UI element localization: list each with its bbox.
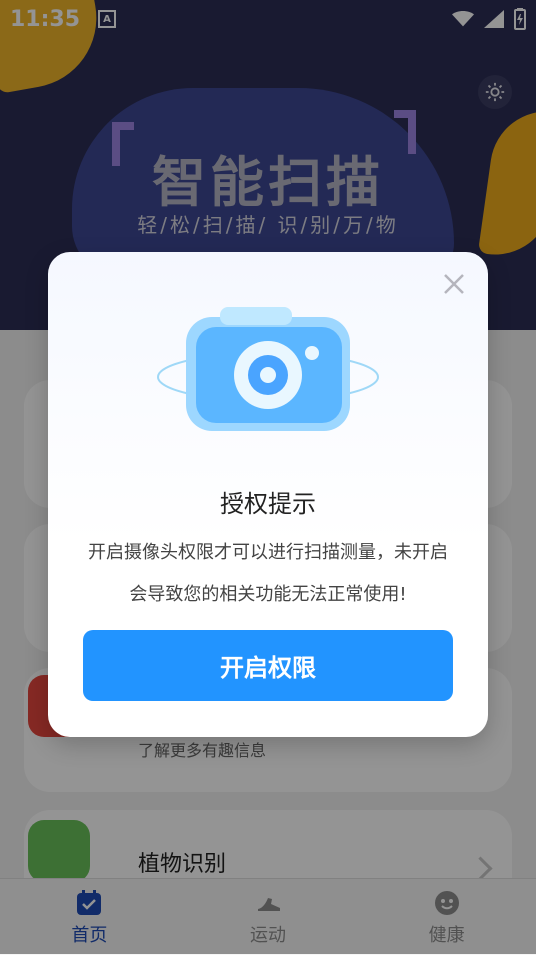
camera-illustration xyxy=(148,307,388,437)
dialog-message-line1: 开启摄像头权限才可以进行扫描测量，未开启 xyxy=(88,542,448,563)
enable-permission-button[interactable]: 开启权限 xyxy=(83,630,453,701)
dialog-title: 授权提示 xyxy=(220,490,316,518)
close-icon xyxy=(444,274,464,294)
dialog-message-line2: 会导致您的相关功能无法正常使用! xyxy=(129,584,407,605)
permission-dialog: 授权提示 开启摄像头权限才可以进行扫描测量，未开启 会导致您的相关功能无法正常使… xyxy=(48,252,488,737)
camera-icon xyxy=(157,307,379,431)
dialog-message: 开启摄像头权限才可以进行扫描测量，未开启 会导致您的相关功能无法正常使用! xyxy=(84,532,452,616)
close-button[interactable] xyxy=(440,270,468,298)
